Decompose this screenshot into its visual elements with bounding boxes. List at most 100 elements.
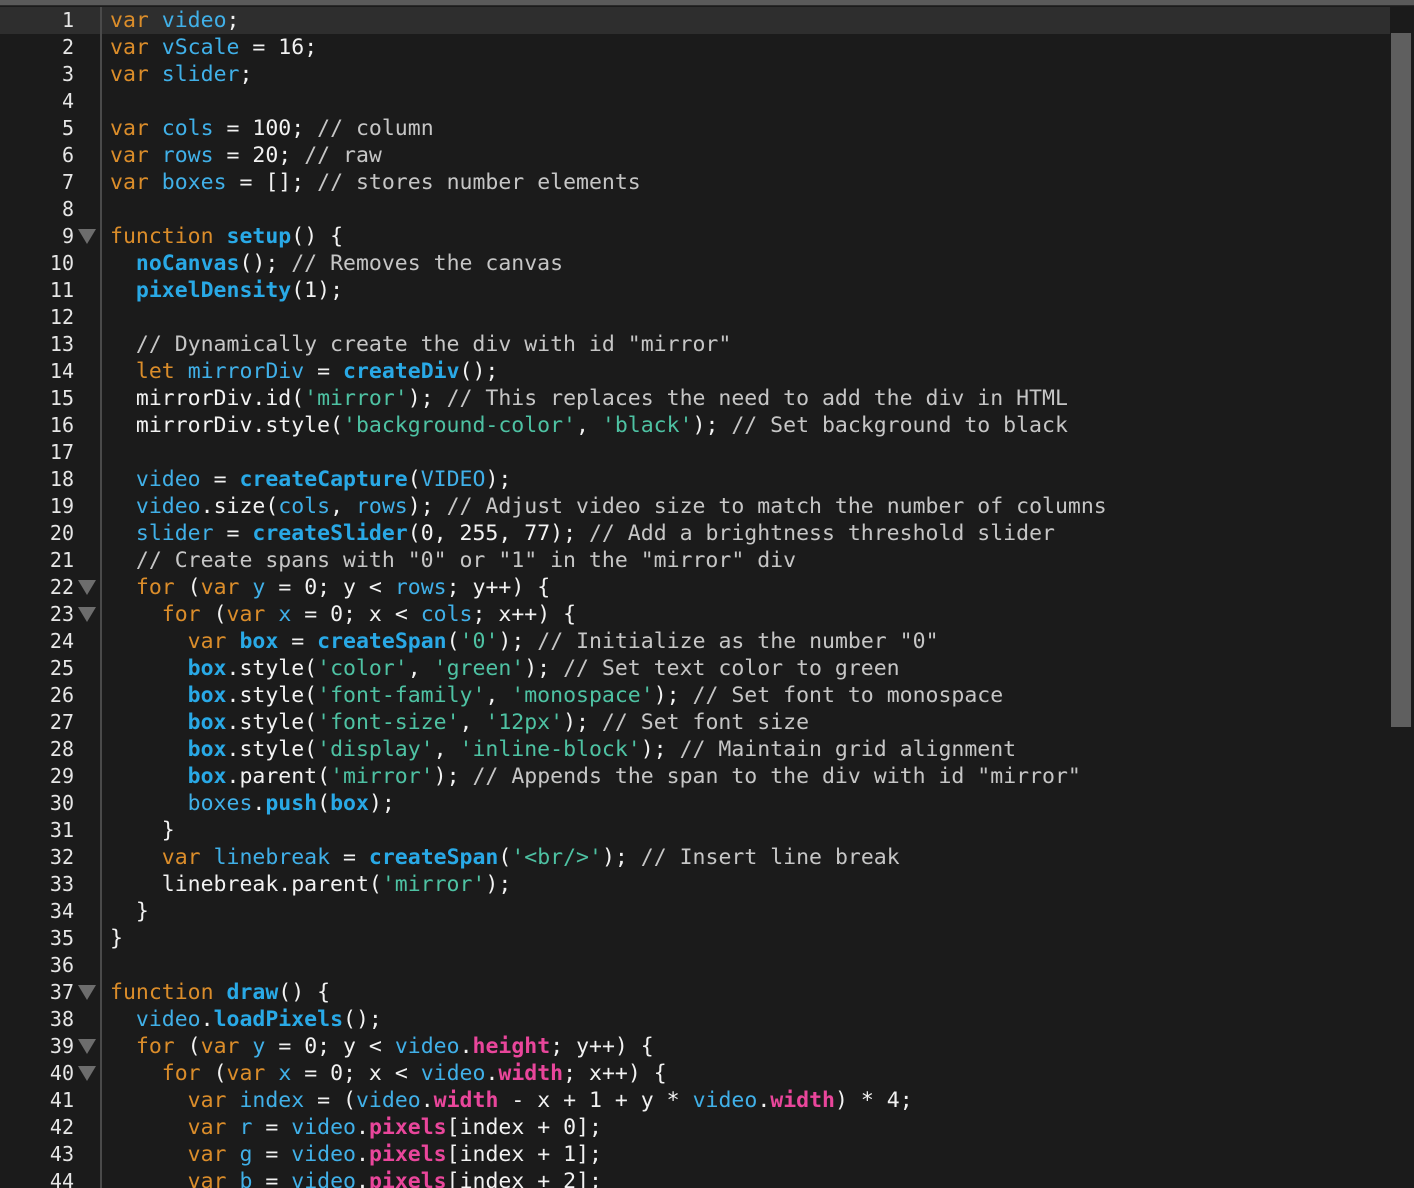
code-token: box xyxy=(187,656,227,681)
code-token: createSlider xyxy=(252,521,408,546)
line-number: 1 xyxy=(61,8,74,32)
code-token: .style( xyxy=(226,683,318,708)
line-number: 11 xyxy=(49,278,74,302)
fold-toggle-icon[interactable] xyxy=(78,1066,96,1081)
code-token: y xyxy=(252,575,266,600)
vertical-scrollbar-thumb[interactable] xyxy=(1391,33,1411,727)
code-line[interactable]: var slider; xyxy=(102,61,252,88)
code-line[interactable] xyxy=(102,439,110,466)
code-line[interactable]: var vScale = 16; xyxy=(102,34,317,61)
code-line[interactable]: var rows = 20; // raw xyxy=(102,142,382,169)
code-token: = 16; xyxy=(239,35,318,60)
code-token: = 0; y < xyxy=(265,1034,395,1059)
code-line[interactable] xyxy=(102,304,110,331)
code-line[interactable]: var video; xyxy=(102,7,1398,34)
code-line[interactable]: var r = video.pixels[index + 0]; xyxy=(102,1114,602,1141)
code-editor[interactable]: 1 2 3 4 5 6 7 8 9 10 11 12 13 14 15 16 17 18 19 20 21 22 23 24 2… xyxy=(0,0,1414,1188)
fold-toggle-icon[interactable] xyxy=(78,985,96,1000)
code-line[interactable]: function draw() { xyxy=(102,979,330,1006)
code-token: '<br/>' xyxy=(511,845,602,870)
code-line[interactable]: video.size(cols, rows); // Adjust video … xyxy=(102,493,1107,520)
code-token: . xyxy=(459,1034,473,1059)
line-number: 31 xyxy=(49,818,74,842)
code-line[interactable]: mirrorDiv.id('mirror'); // This replaces… xyxy=(102,385,1068,412)
code-line[interactable]: box.style('color', 'green'); // Set text… xyxy=(102,655,900,682)
code-token: = xyxy=(252,1169,292,1188)
fold-toggle-icon[interactable] xyxy=(78,229,96,244)
code-line[interactable] xyxy=(102,196,110,223)
code-line[interactable]: function setup() { xyxy=(102,223,343,250)
code-line[interactable]: var b = video.pixels[index + 2]; xyxy=(102,1168,602,1188)
code-line[interactable] xyxy=(102,952,110,979)
code-token: createSpan xyxy=(317,629,447,654)
code-line[interactable]: let mirrorDiv = createDiv(); xyxy=(102,358,498,385)
code-line[interactable]: boxes.push(box); xyxy=(102,790,395,817)
fold-toggle-icon[interactable] xyxy=(78,607,96,622)
code-line[interactable]: video.loadPixels(); xyxy=(102,1006,382,1033)
code-line[interactable]: slider = createSlider(0, 255, 77); // Ad… xyxy=(102,520,1055,547)
code-line[interactable]: } xyxy=(102,925,123,952)
code-line[interactable]: pixelDensity(1); xyxy=(102,277,343,304)
code-token: box xyxy=(187,710,227,735)
code-line[interactable]: var linebreak = createSpan('<br/>'); // … xyxy=(102,844,900,871)
code-token: draw xyxy=(226,980,279,1005)
fold-toggle-icon[interactable] xyxy=(78,580,96,595)
code-token: ; y++) { xyxy=(446,575,551,600)
code-token: height xyxy=(472,1034,551,1059)
code-line[interactable]: var index = (video.width - x + 1 + y * v… xyxy=(102,1087,913,1114)
code-line[interactable]: var box = createSpan('0'); // Initialize… xyxy=(102,628,939,655)
code-line[interactable]: noCanvas(); // Removes the canvas xyxy=(102,250,563,277)
line-number: 4 xyxy=(61,89,74,113)
code-token: pixelDensity xyxy=(135,278,292,303)
code-line[interactable]: box.style('font-size', '12px'); // Set f… xyxy=(102,709,809,736)
code-line[interactable]: // Create spans with "0" or "1" in the "… xyxy=(102,547,796,574)
code-token: var xyxy=(110,8,149,33)
code-line[interactable]: box.style('display', 'inline-block'); //… xyxy=(102,736,1016,763)
code-line[interactable]: // Dynamically create the div with id "m… xyxy=(102,331,731,358)
code-token: ; xyxy=(239,62,253,87)
code-line[interactable]: video = createCapture(VIDEO); xyxy=(102,466,511,493)
code-token: // Initialize as the number "0" xyxy=(537,629,939,654)
code-token: . xyxy=(757,1088,771,1113)
code-area[interactable]: var video; var vScale = 16; var slider; var… xyxy=(102,7,1398,1188)
code-token: y xyxy=(252,1034,266,1059)
code-line[interactable]: box.parent('mirror'); // Appends the spa… xyxy=(102,763,1081,790)
code-token: = xyxy=(304,359,344,384)
code-token: cols xyxy=(278,494,331,519)
line-number: 8 xyxy=(61,197,74,221)
code-line[interactable]: for (var y = 0; y < video.height; y++) { xyxy=(102,1033,654,1060)
code-token: .parent( xyxy=(226,764,331,789)
code-line[interactable]: var cols = 100; // column xyxy=(102,115,434,142)
code-token: // raw xyxy=(304,143,382,168)
code-token: .style( xyxy=(226,656,318,681)
code-token: , xyxy=(576,413,602,438)
code-token: ( xyxy=(174,575,201,600)
code-line[interactable]: mirrorDiv.style('background-color', 'bla… xyxy=(102,412,1068,439)
line-number: 24 xyxy=(49,629,74,653)
code-line[interactable]: box.style('font-family', 'monospace'); /… xyxy=(102,682,1004,709)
code-token: // Appends the span to the div with id "… xyxy=(472,764,1081,789)
line-number: 25 xyxy=(49,656,74,680)
code-line[interactable]: } xyxy=(102,817,175,844)
code-line[interactable]: } xyxy=(102,898,149,925)
code-line[interactable]: var boxes = []; // stores number element… xyxy=(102,169,641,196)
code-token: .size( xyxy=(200,494,279,519)
code-line[interactable]: for (var x = 0; x < video.width; x++) { xyxy=(102,1060,667,1087)
code-line[interactable]: for (var x = 0; x < cols; x++) { xyxy=(102,601,576,628)
code-token: var xyxy=(110,143,149,168)
code-token: index xyxy=(239,1088,305,1113)
code-line[interactable]: for (var y = 0; y < rows; y++) { xyxy=(102,574,550,601)
line-number: 34 xyxy=(49,899,74,923)
code-line[interactable] xyxy=(102,88,110,115)
code-line[interactable]: linebreak.parent('mirror'); xyxy=(102,871,512,898)
code-token: . xyxy=(356,1115,369,1140)
code-token: // stores number elements xyxy=(317,170,641,195)
fold-toggle-icon[interactable] xyxy=(78,1039,96,1054)
code-line[interactable]: var g = video.pixels[index + 1]; xyxy=(102,1141,602,1168)
